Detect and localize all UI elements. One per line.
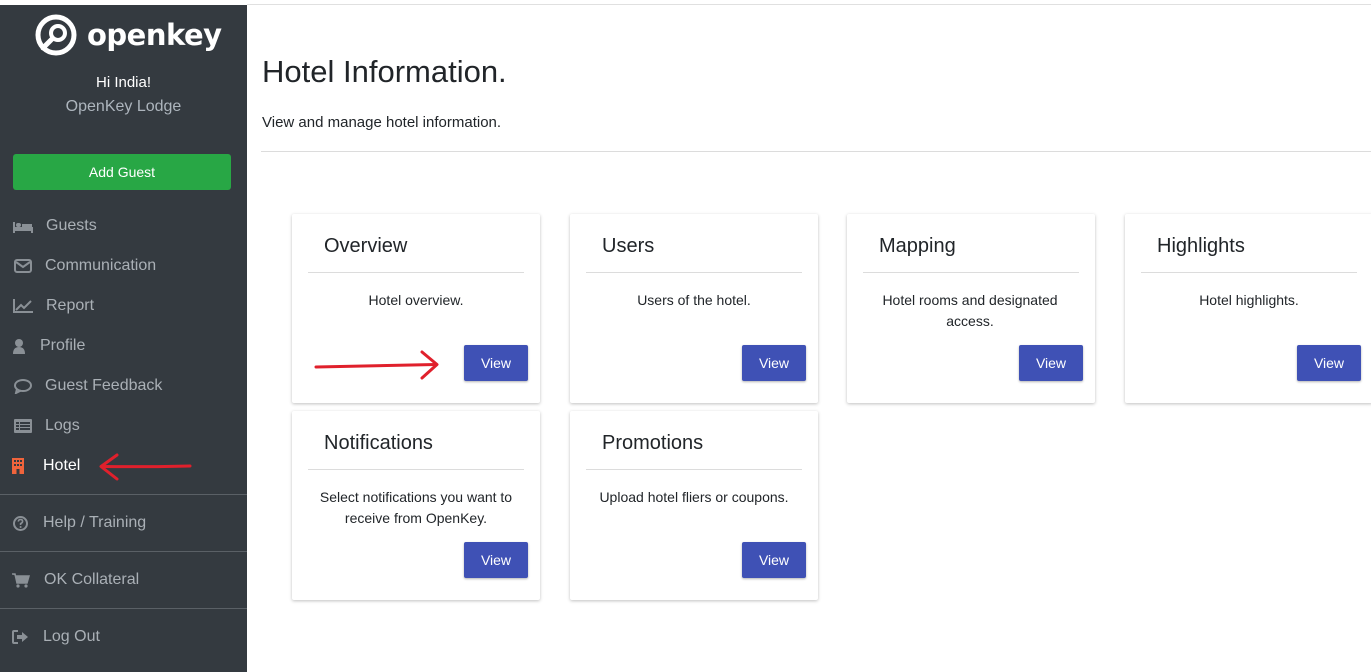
card-notifications: Notifications Select notifications you w… — [292, 411, 540, 600]
card-highlights: Highlights Hotel highlights. View — [1125, 214, 1371, 403]
logo-text: openkey — [87, 18, 222, 52]
card-description: Hotel highlights. — [1199, 292, 1299, 308]
card-description: Select notifications you want to receive… — [319, 489, 513, 526]
sidebar-item-ok-collateral[interactable]: OK Collateral — [0, 562, 247, 598]
mapping-view-button[interactable]: View — [1019, 345, 1083, 381]
chart-line-icon — [12, 298, 34, 314]
list-icon — [12, 418, 34, 434]
sign-out-icon — [12, 629, 29, 645]
sidebar-item-logs[interactable]: Logs — [0, 408, 247, 444]
card-title: Mapping — [879, 235, 956, 257]
sidebar-item-label: Guest Feedback — [45, 377, 163, 394]
cart-icon — [12, 572, 30, 588]
sidebar-item-help-training[interactable]: Help / Training — [0, 505, 247, 541]
card-title: Highlights — [1157, 235, 1245, 257]
bed-icon — [12, 218, 34, 234]
card-promotions: Promotions Upload hotel fliers or coupon… — [570, 411, 818, 600]
users-view-button[interactable]: View — [742, 345, 806, 381]
page-subtitle: View and manage hotel information. — [262, 114, 502, 131]
card-description: Hotel overview. — [368, 292, 464, 308]
annotation-arrow-overview — [314, 350, 439, 380]
card-description: Hotel rooms and designated access. — [882, 292, 1058, 329]
promotions-view-button[interactable]: View — [742, 542, 806, 578]
sidebar-divider — [0, 551, 247, 552]
sidebar-item-label: Hotel — [43, 457, 81, 474]
sidebar-item-label: Communication — [45, 257, 157, 274]
sidebar-item-log-out[interactable]: Log Out — [0, 619, 247, 655]
sidebar-item-report[interactable]: Report — [0, 288, 247, 324]
openkey-logo[interactable]: openkey — [35, 14, 222, 56]
sidebar-item-label: Log Out — [43, 628, 100, 645]
highlights-view-button[interactable]: View — [1297, 345, 1361, 381]
sidebar-item-profile[interactable]: Profile — [0, 328, 247, 364]
top-border — [247, 4, 1371, 5]
notifications-view-button[interactable]: View — [464, 542, 528, 578]
card-divider — [1141, 272, 1357, 273]
add-guest-button[interactable]: Add Guest — [13, 154, 231, 190]
card-divider — [863, 272, 1079, 273]
annotation-arrow-hotel — [99, 453, 192, 481]
sidebar-item-guests[interactable]: Guests — [0, 208, 247, 244]
sidebar-item-label: Guests — [46, 217, 97, 234]
user-icon — [12, 338, 26, 354]
card-users: Users Users of the hotel. View — [570, 214, 818, 403]
page-title: Hotel Information. — [262, 54, 507, 89]
sidebar-item-label: Help / Training — [43, 514, 147, 531]
overview-view-button[interactable]: View — [464, 345, 528, 381]
building-icon — [12, 458, 24, 474]
sidebar-item-label: Report — [46, 297, 95, 314]
card-title: Users — [602, 235, 655, 257]
sidebar-item-guest-feedback[interactable]: Guest Feedback — [0, 368, 247, 404]
card-title: Notifications — [324, 432, 433, 454]
greeting: Hi India! — [95, 74, 152, 91]
sidebar-item-label: Profile — [40, 337, 86, 354]
card-mapping: Mapping Hotel rooms and designated acces… — [847, 214, 1095, 403]
sidebar: openkey Hi India! OpenKey Lodge Add Gues… — [0, 5, 247, 672]
card-divider — [586, 469, 802, 470]
sidebar-divider — [0, 494, 247, 495]
card-description: Upload hotel fliers or coupons. — [599, 489, 789, 505]
sidebar-item-communication[interactable]: Communication — [0, 248, 247, 284]
comment-icon — [12, 378, 34, 394]
card-description: Users of the hotel. — [637, 292, 751, 308]
card-divider — [308, 469, 524, 470]
sidebar-item-label: OK Collateral — [44, 571, 140, 588]
envelope-icon — [12, 258, 34, 274]
sidebar-divider — [0, 608, 247, 609]
card-title: Overview — [324, 235, 408, 257]
title-divider — [261, 151, 1371, 152]
card-divider — [308, 272, 524, 273]
card-divider — [586, 272, 802, 273]
card-title: Promotions — [602, 432, 704, 454]
openkey-logo-icon — [35, 14, 77, 56]
question-circle-icon — [12, 515, 28, 531]
property-name: OpenKey Lodge — [65, 98, 182, 115]
sidebar-item-label: Logs — [45, 417, 80, 434]
